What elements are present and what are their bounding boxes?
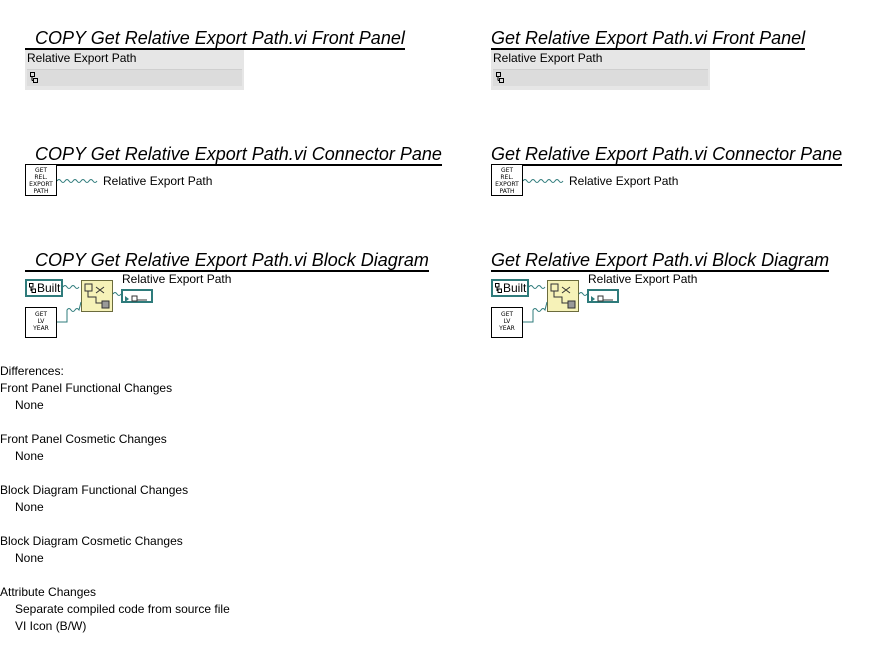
- relative-export-path-terminal: [121, 289, 153, 303]
- block-diagram-wires: [57, 285, 122, 323]
- differences-header: Differences:: [0, 364, 64, 378]
- diff-section-bd-functional: Block Diagram Functional Changes None: [0, 482, 230, 516]
- original-vi-column: Get Relative Export Path.vi Front Panel …: [466, 0, 869, 669]
- diff-section-fp-functional: Front Panel Functional Changes None: [0, 380, 230, 414]
- front-panel-title: COPY Get Relative Export Path.vi Front P…: [25, 28, 405, 50]
- section-title: Block Diagram Functional Changes: [0, 483, 189, 497]
- section-title: Front Panel Functional Changes: [0, 381, 173, 395]
- connector-pane-title: COPY Get Relative Export Path.vi Connect…: [25, 144, 442, 166]
- section-item: VI Icon (B/W): [15, 619, 87, 633]
- connector-terminal-label: Relative Export Path: [103, 174, 213, 188]
- relative-export-path-terminal: [587, 289, 619, 303]
- block-diagram-wires: [523, 285, 588, 323]
- path-terminal-glyph: [591, 295, 613, 302]
- section-item: None: [15, 449, 44, 463]
- block-diagram-title: Get Relative Export Path.vi Block Diagra…: [491, 250, 830, 272]
- get-rel-export-path-icon: GET REL. EXPORT PATH: [25, 164, 57, 196]
- path-terminal-glyph: [125, 295, 147, 302]
- connector-pane-title: Get Relative Export Path.vi Connector Pa…: [491, 144, 843, 166]
- connector-wire: [523, 179, 564, 183]
- differences-report: Differences: Front Panel Functional Chan…: [0, 363, 230, 652]
- diff-section-fp-cosmetic: Front Panel Cosmetic Changes None: [0, 431, 230, 465]
- section-title: Block Diagram Cosmetic Changes: [0, 534, 183, 548]
- block-diagram-title: COPY Get Relative Export Path.vi Block D…: [25, 250, 429, 272]
- path-display-field: [493, 69, 708, 86]
- path-icon: [496, 72, 504, 83]
- relative-export-path-label: Relative Export Path: [491, 50, 710, 67]
- relative-export-path-indicator: [25, 67, 244, 90]
- connector-terminal-label: Relative Export Path: [569, 174, 679, 188]
- relative-export-path-label: Relative Export Path: [25, 50, 244, 67]
- bd-indicator-label: Relative Export Path: [588, 272, 698, 286]
- section-title: Front Panel Cosmetic Changes: [0, 432, 167, 446]
- get-rel-export-path-icon: GET REL. EXPORT PATH: [491, 164, 523, 196]
- get-lv-year-subvi: GET LV YEAR: [491, 307, 523, 338]
- bd-indicator-label: Relative Export Path: [122, 272, 232, 286]
- section-item: None: [15, 398, 44, 412]
- front-panel-title: Get Relative Export Path.vi Front Panel: [491, 28, 806, 50]
- path-display-field: [27, 69, 242, 86]
- section-item: None: [15, 500, 44, 514]
- relative-export-path-indicator: [491, 67, 710, 90]
- section-item: None: [15, 551, 44, 565]
- path-icon: [29, 283, 36, 293]
- section-title: Attribute Changes: [0, 585, 97, 599]
- path-icon: [495, 283, 502, 293]
- connector-wire: [57, 179, 98, 183]
- get-lv-year-subvi: GET LV YEAR: [25, 307, 57, 338]
- section-item: Separate compiled code from source file: [15, 602, 230, 616]
- path-icon: [30, 72, 38, 83]
- diff-section-attributes: Attribute Changes Separate compiled code…: [0, 584, 230, 635]
- diff-section-bd-cosmetic: Block Diagram Cosmetic Changes None: [0, 533, 230, 567]
